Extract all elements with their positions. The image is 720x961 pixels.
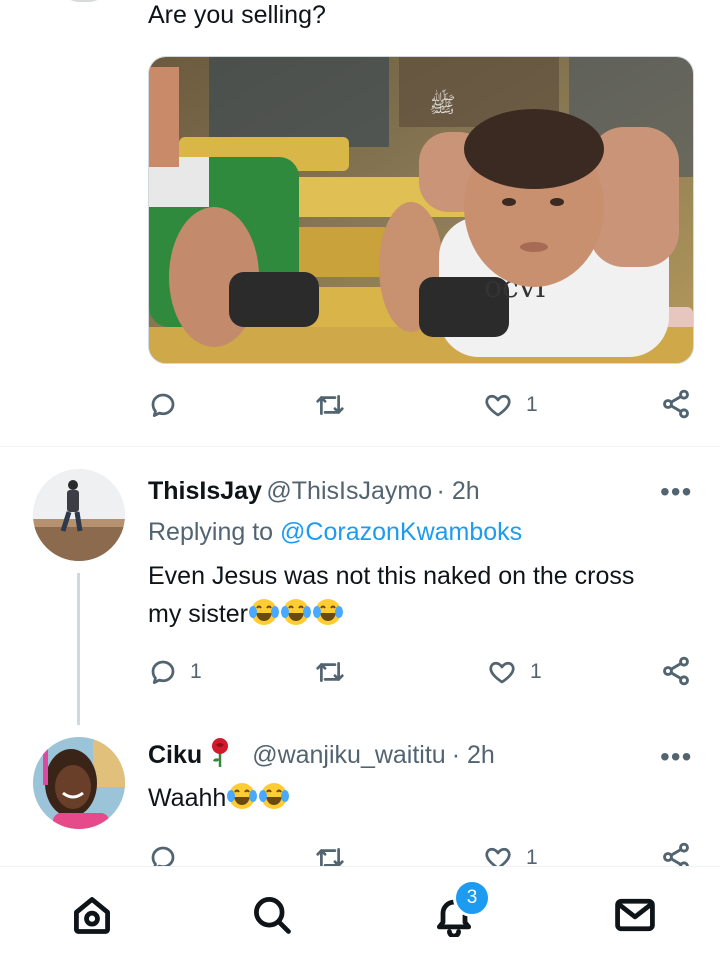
bottom-nav: 3	[0, 866, 720, 961]
heart-icon	[485, 394, 511, 417]
reply-icon	[151, 660, 175, 684]
avatar-partial[interactable]	[64, 0, 104, 2]
tweet-time[interactable]: · 2h	[437, 477, 480, 505]
tears-of-joy-emoji-icon	[312, 599, 344, 628]
tweet-header: ThisIsJay @ThisIsJaymo · 2h	[148, 477, 480, 506]
tweet-text-line-2: my sister	[148, 595, 708, 633]
tweet-header: Ciku @wanjiku_waititu · 2h	[148, 737, 495, 774]
share-action[interactable]	[660, 655, 692, 687]
retweet-icon	[316, 662, 344, 682]
avatar[interactable]	[33, 469, 125, 561]
tweet-text: Even Jesus was not this naked on the cro…	[148, 557, 708, 633]
share-icon	[663, 389, 689, 419]
more-options-icon[interactable]: •••	[660, 478, 692, 506]
svg-text:ﷺ: ﷺ	[429, 88, 456, 118]
tweet-3: Ciku @wanjiku_waititu · 2h ••• Waahh 1	[0, 727, 720, 867]
reply-icon	[151, 393, 175, 417]
retweet-action[interactable]	[314, 657, 358, 687]
share-icon	[663, 656, 689, 686]
tweet-text: Waahh	[148, 779, 290, 817]
photo-boy-feet-up-stadium: ocvl ﷺ	[149, 57, 693, 363]
user-handle[interactable]: @ThisIsJaymo	[266, 477, 432, 505]
reply-action[interactable]	[148, 390, 190, 420]
replying-to-handle[interactable]: @CorazonKwamboks	[280, 518, 522, 546]
tweet-text: Are you selling?	[148, 1, 326, 29]
retweet-action[interactable]	[314, 390, 358, 420]
share-action[interactable]	[660, 388, 692, 420]
tweet-text-content: Waahh	[148, 784, 227, 812]
reply-icon	[151, 846, 175, 867]
heart-icon	[485, 847, 511, 867]
tears-of-joy-emoji-icon	[248, 599, 280, 628]
tweet-text-line-1: Even Jesus was not this naked on the cro…	[148, 562, 635, 590]
nav-home[interactable]	[70, 893, 114, 942]
avatar-photo-smiling-woman	[33, 737, 125, 829]
tears-of-joy-emoji-icon	[226, 783, 258, 812]
thread-line	[77, 573, 80, 725]
tweet-photo[interactable]: ocvl ﷺ	[148, 56, 694, 364]
tweet-text-line-2-text: my sister	[148, 600, 248, 628]
like-count: 1	[526, 393, 538, 416]
tweet-2: ThisIsJay @ThisIsJaymo · 2h ••• Replying…	[0, 447, 720, 727]
like-action[interactable]: 1	[486, 657, 542, 687]
share-icon	[663, 842, 689, 867]
home-icon	[74, 897, 110, 934]
like-action[interactable]: 1	[482, 843, 538, 867]
notification-badge-count: 3	[466, 887, 478, 908]
avatar-photo-person-walking	[33, 469, 125, 561]
retweet-action[interactable]	[314, 843, 358, 867]
share-action[interactable]	[660, 841, 692, 867]
retweet-icon	[316, 848, 344, 867]
reply-count: 1	[190, 660, 202, 683]
display-name[interactable]: Ciku	[148, 741, 202, 770]
like-count: 1	[530, 660, 542, 683]
replying-prefix: Replying to	[148, 518, 274, 546]
reply-action[interactable]: 1	[148, 657, 202, 687]
tweet-1: Are you selling? ocvl ﷺ 1	[0, 0, 720, 445]
tears-of-joy-emoji-icon	[280, 599, 312, 628]
more-options-icon[interactable]: •••	[660, 743, 692, 771]
retweet-icon	[316, 395, 344, 415]
user-handle[interactable]: @wanjiku_waititu	[252, 741, 446, 770]
nav-messages[interactable]	[612, 893, 658, 942]
mail-icon	[615, 898, 655, 932]
rose-emoji-icon	[208, 737, 232, 774]
notification-badge: 3	[453, 879, 491, 917]
replying-to: Replying to @CorazonKwamboks	[148, 513, 522, 551]
heart-icon	[489, 661, 515, 684]
tears-of-joy-emoji-icon	[258, 783, 290, 812]
reply-action[interactable]	[148, 843, 190, 867]
avatar[interactable]	[33, 737, 125, 829]
display-name[interactable]: ThisIsJay	[148, 477, 262, 505]
like-action[interactable]: 1	[482, 390, 538, 420]
like-count: 1	[526, 846, 538, 867]
nav-search[interactable]	[250, 893, 294, 942]
search-icon	[254, 897, 291, 934]
tweet-time[interactable]: · 2h	[452, 741, 495, 770]
